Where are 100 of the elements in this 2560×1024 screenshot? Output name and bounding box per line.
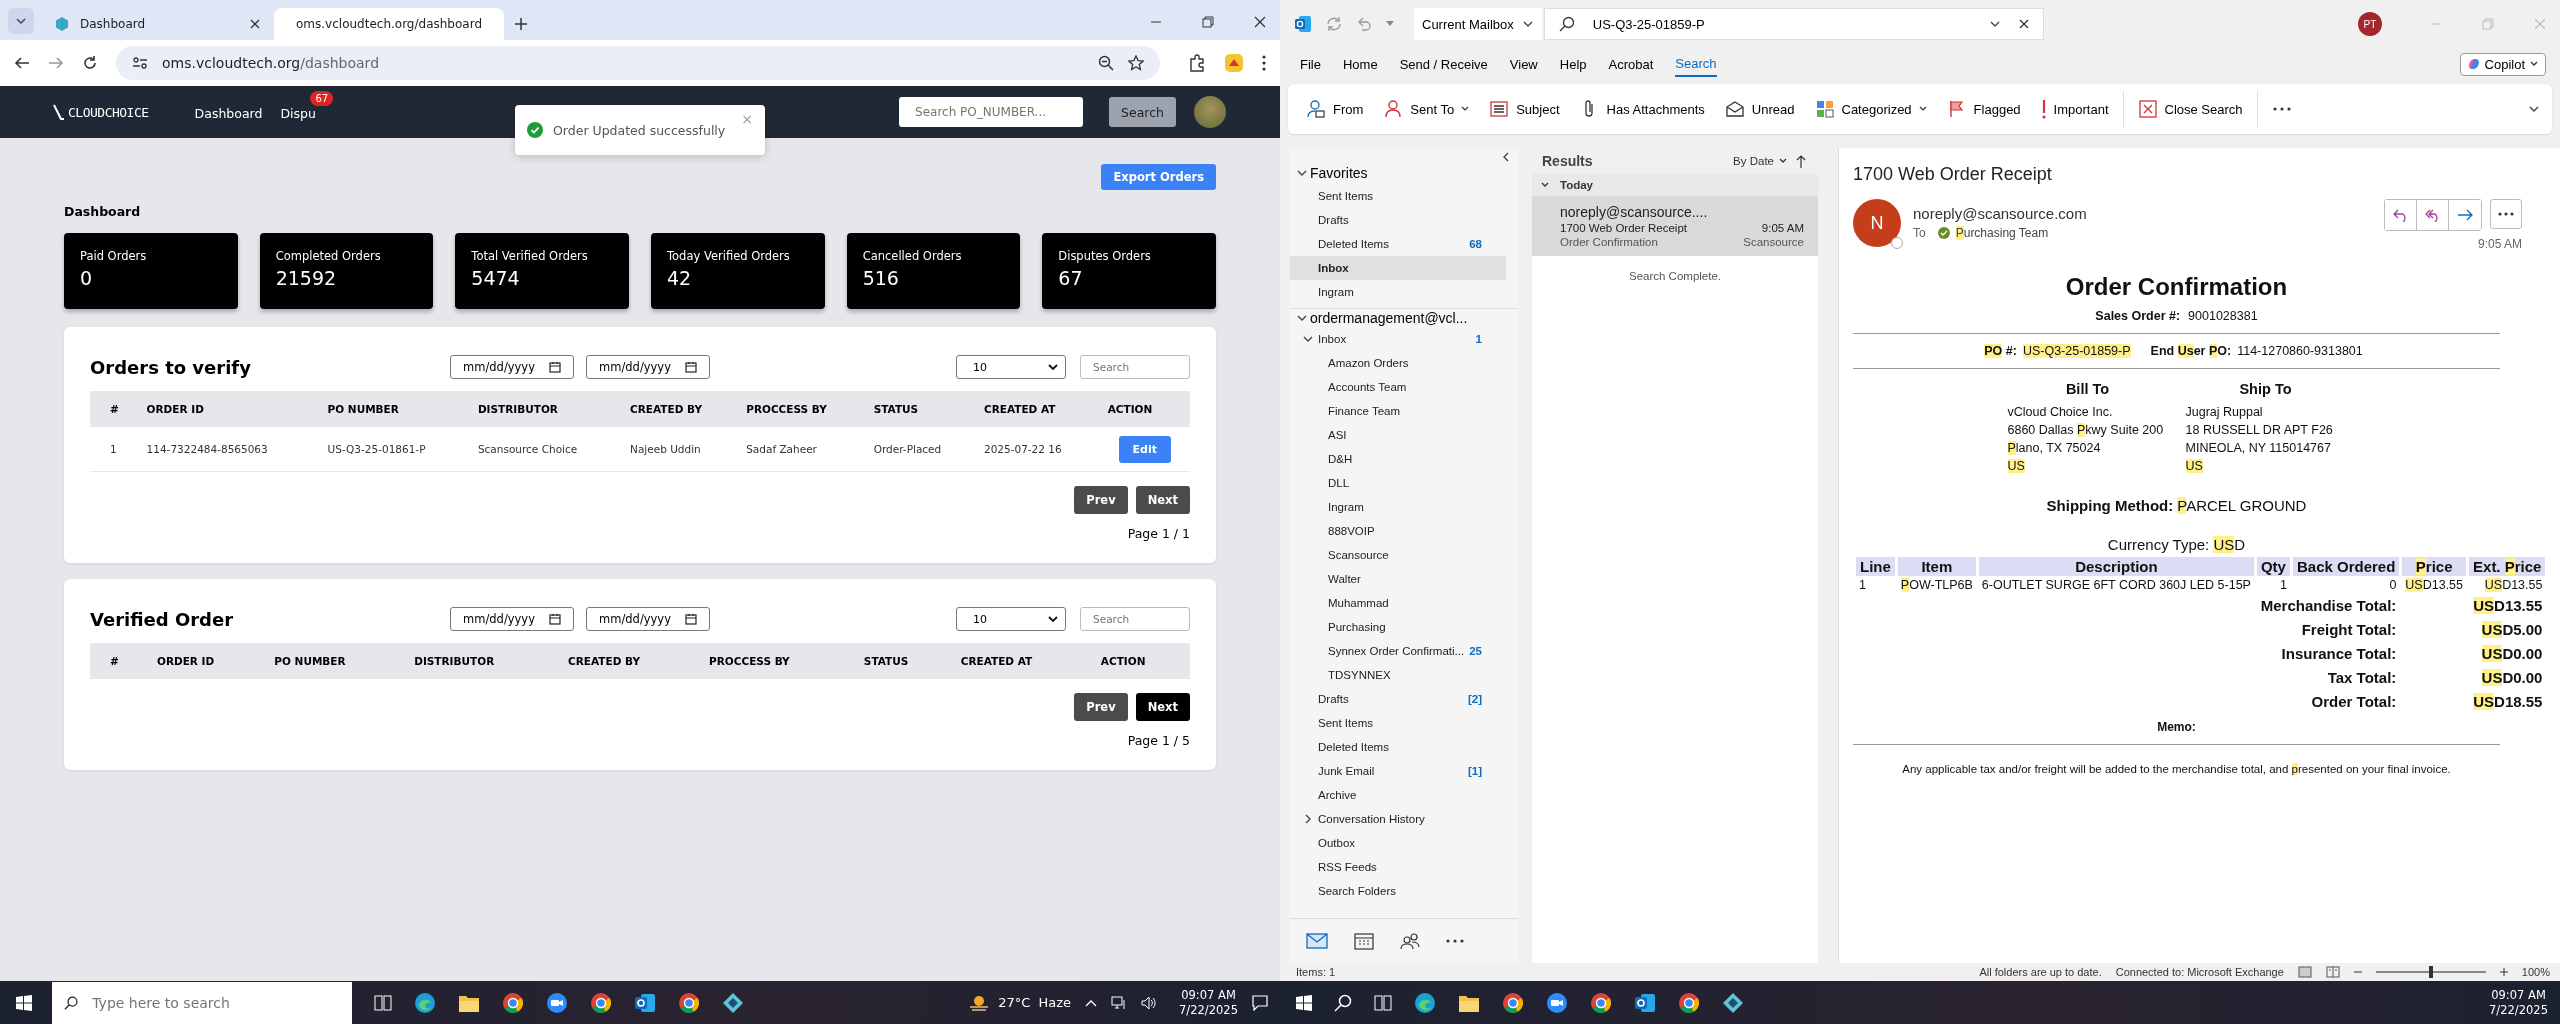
ribbon-button[interactable]: Categorized [1808, 95, 1933, 123]
prev-button[interactable]: Prev [1074, 693, 1128, 721]
folder-item[interactable]: Junk Email [1] [1290, 759, 1506, 783]
back-arrow-icon[interactable] [14, 55, 30, 71]
menu-tab[interactable]: Help [1559, 52, 1587, 76]
folder-item[interactable]: Finance Team [1290, 399, 1506, 423]
folder-item[interactable]: ASI [1290, 423, 1506, 447]
avatar[interactable] [1194, 96, 1226, 128]
mailbox-scope-dropdown[interactable]: Current Mailbox [1414, 8, 1542, 40]
edge-browser-icon[interactable] [414, 991, 436, 1014]
speaker-icon[interactable] [1141, 995, 1158, 1010]
outlook-logo-icon[interactable] [1634, 991, 1656, 1014]
search-field[interactable]: US-Q3-25-01859-P [1543, 8, 2044, 40]
ribbon-button[interactable]: Unread [1718, 95, 1801, 123]
logo[interactable]: CLOUDCHOICE [52, 104, 149, 120]
extensions-icon[interactable] [1188, 54, 1206, 72]
menu-tab[interactable]: Search [1675, 51, 1717, 77]
nav-link[interactable]: Dashboard [194, 105, 263, 121]
folder-item[interactable]: TDSYNNEX [1290, 663, 1506, 687]
folder-item[interactable]: Walter [1290, 567, 1506, 591]
weather-widget[interactable]: 27°C Haze [968, 992, 1072, 1013]
folder-item[interactable]: Sent Items [1290, 184, 1506, 208]
edit-button[interactable]: Edit [1118, 435, 1172, 463]
date-field[interactable]: mm/dd/yyyy [586, 355, 710, 379]
nav-link[interactable]: Dispu [280, 105, 316, 121]
collapse-pane-icon[interactable] [1502, 152, 1510, 162]
copilot-button[interactable]: Copilot [2459, 52, 2546, 76]
network-icon[interactable] [1111, 995, 1128, 1010]
task-view-icon[interactable] [1374, 994, 1392, 1011]
folder-item[interactable]: Scansource [1290, 543, 1506, 567]
zoom-out-icon[interactable] [1098, 55, 1114, 71]
reading-view-icon[interactable] [2325, 966, 2340, 978]
chrome-icon[interactable] [678, 991, 700, 1014]
chrome-icon[interactable] [590, 991, 612, 1014]
menu-tab[interactable]: View [1509, 52, 1538, 76]
browser-tab[interactable]: oms.vcloudtech.org/dashboard [274, 8, 504, 40]
menu-tab[interactable]: Home [1342, 52, 1378, 76]
search-bar[interactable]: Type here to search [52, 981, 352, 1024]
edge-browser-icon[interactable] [1414, 991, 1436, 1014]
forward-arrow-icon[interactable] [48, 55, 64, 71]
recipient-name[interactable]: Purchasing Team [1955, 226, 2049, 240]
folder-item[interactable]: Outbox [1290, 831, 1506, 855]
close-icon[interactable] [1254, 16, 1266, 28]
notification-icon[interactable] [1252, 994, 1268, 1011]
folder-item[interactable]: Amazon Orders [1290, 351, 1506, 375]
reload-icon[interactable] [82, 55, 98, 71]
folder-item[interactable]: Muhammad [1290, 591, 1506, 615]
ribbon-button[interactable]: Sent To [1377, 95, 1476, 123]
folder-item[interactable]: Conversation History [1290, 807, 1506, 831]
page-size-select[interactable]: 10 [956, 355, 1066, 379]
message-item[interactable]: noreply@scansource.... 1700 Web Order Receipt 9:05 AM Order Confirmation Scansource [1532, 196, 1818, 256]
folder-item[interactable]: Ingram [1290, 280, 1506, 304]
address-bar[interactable]: oms.vcloudtech.org/dashboard [116, 46, 1160, 80]
video-app-icon[interactable] [546, 991, 568, 1014]
folder-item[interactable]: 888VOIP [1290, 519, 1506, 543]
search-field[interactable]: Search PO_NUMBER... [899, 97, 1084, 127]
folder-item[interactable]: Purchasing [1290, 615, 1506, 639]
menu-tab[interactable]: File [1300, 52, 1321, 76]
date-field[interactable]: mm/dd/yyyy [586, 607, 710, 631]
folder-item[interactable]: Archive [1290, 783, 1506, 807]
search-field[interactable]: Search [1080, 355, 1190, 379]
folder-item[interactable]: Ingram [1290, 495, 1506, 519]
export-button[interactable]: Export Orders [1101, 164, 1216, 190]
new-tab-icon[interactable] [514, 17, 528, 31]
calendar-icon[interactable] [1354, 932, 1374, 950]
slider-thumb[interactable] [2428, 966, 2433, 978]
ribbon-button[interactable]: Subject [1483, 95, 1566, 123]
folder-item[interactable]: DLL [1290, 471, 1506, 495]
ribbon-button[interactable]: Important [2034, 95, 2115, 123]
search-field[interactable]: Search [1080, 607, 1190, 631]
next-button[interactable]: Next [1135, 693, 1190, 721]
search-button[interactable]: Search [1109, 97, 1176, 127]
ribbon-button[interactable]: From [1300, 95, 1370, 123]
next-button[interactable]: Next [1135, 486, 1190, 514]
bookmark-star-icon[interactable] [1128, 55, 1144, 71]
mail-icon[interactable] [1306, 933, 1328, 949]
folder-item[interactable]: Deleted Items 68 [1290, 232, 1506, 256]
menu-tab[interactable]: Acrobat [1608, 52, 1654, 76]
page-size-select[interactable]: 10 [956, 607, 1066, 631]
diamond-app-icon[interactable] [722, 991, 744, 1014]
clock[interactable]: 09:07 AM 7/22/2025 [1179, 987, 1238, 1018]
chrome-icon[interactable] [1678, 991, 1700, 1014]
more-menu-icon[interactable] [1262, 55, 1266, 71]
sort-direction-arrow-icon[interactable] [1796, 154, 1806, 168]
folder-item[interactable]: D&H [1290, 447, 1506, 471]
outlook-logo-icon[interactable] [634, 991, 656, 1014]
search-input[interactable]: Type here to search [90, 993, 340, 1012]
windows-logo-icon[interactable] [1296, 994, 1312, 1011]
clock[interactable]: 09:07 AM 7/22/2025 [2489, 987, 2548, 1018]
browser-tab[interactable]: Dashboard [42, 8, 272, 40]
folder-item[interactable]: RSS Feeds [1290, 855, 1506, 879]
chrome-icon[interactable] [502, 991, 524, 1014]
group-header[interactable]: Today [1532, 174, 1818, 196]
folder-item[interactable]: Inbox [1290, 256, 1506, 280]
folder-item[interactable]: Sent Items [1290, 711, 1506, 735]
windows-logo-icon[interactable] [16, 994, 32, 1011]
folder-item[interactable]: Deleted Items [1290, 735, 1506, 759]
video-app-icon[interactable] [1546, 991, 1568, 1014]
ribbon-button[interactable]: Flagged [1940, 95, 2027, 123]
minus-icon[interactable] [2353, 968, 2362, 976]
